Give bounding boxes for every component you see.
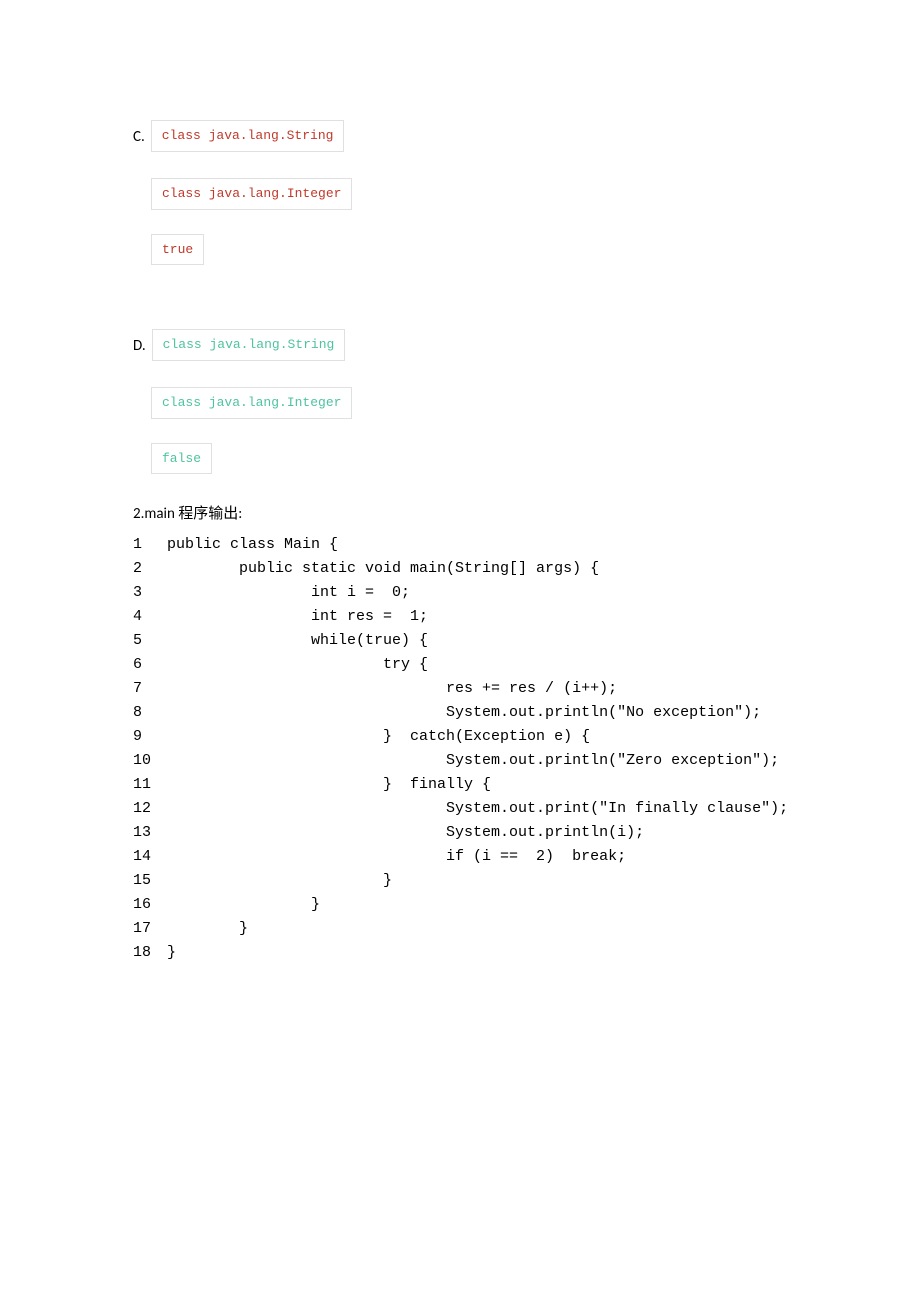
option-c-row2: class java.lang.Integer bbox=[151, 178, 920, 210]
code-line: 8 System.out.println("No exception"); bbox=[133, 701, 920, 725]
code-line: 17 } bbox=[133, 917, 920, 941]
option-d-box-3: false bbox=[151, 443, 212, 475]
code-line: 5 while(true) { bbox=[133, 629, 920, 653]
code-line: 13 System.out.println(i); bbox=[133, 821, 920, 845]
option-d-box-2: class java.lang.Integer bbox=[151, 387, 352, 419]
option-d-label: D. bbox=[133, 329, 146, 363]
option-c-box-1: class java.lang.String bbox=[151, 120, 345, 152]
document-content: C. class java.lang.String class java.lan… bbox=[0, 0, 920, 965]
code-line: 11 } finally { bbox=[133, 773, 920, 797]
code-line: 10 System.out.println("Zero exception"); bbox=[133, 749, 920, 773]
option-c-box-3: true bbox=[151, 234, 204, 266]
option-d: D. class java.lang.String bbox=[133, 329, 920, 363]
code-block: 1public class Main { 2 public static voi… bbox=[133, 533, 920, 965]
code-line: 18} bbox=[133, 941, 920, 965]
code-line: 2 public static void main(String[] args)… bbox=[133, 557, 920, 581]
code-line: 3 int i = 0; bbox=[133, 581, 920, 605]
section-2-title: 2.main 程序输出: bbox=[133, 502, 920, 523]
option-d-row3: false bbox=[151, 443, 920, 475]
code-line: 12 System.out.print("In finally clause")… bbox=[133, 797, 920, 821]
option-d-box-1: class java.lang.String bbox=[152, 329, 346, 361]
code-line: 16 } bbox=[133, 893, 920, 917]
code-line: 1public class Main { bbox=[133, 533, 920, 557]
code-line: 15 } bbox=[133, 869, 920, 893]
code-line: 7 res += res / (i++); bbox=[133, 677, 920, 701]
option-c: C. class java.lang.String bbox=[133, 120, 920, 154]
option-c-row3: true bbox=[151, 234, 920, 266]
code-line: 14 if (i == 2) break; bbox=[133, 845, 920, 869]
code-line: 4 int res = 1; bbox=[133, 605, 920, 629]
code-line: 6 try { bbox=[133, 653, 920, 677]
option-c-label: C. bbox=[133, 120, 145, 154]
code-line: 9 } catch(Exception e) { bbox=[133, 725, 920, 749]
option-d-row2: class java.lang.Integer bbox=[151, 387, 920, 419]
option-c-box-2: class java.lang.Integer bbox=[151, 178, 352, 210]
